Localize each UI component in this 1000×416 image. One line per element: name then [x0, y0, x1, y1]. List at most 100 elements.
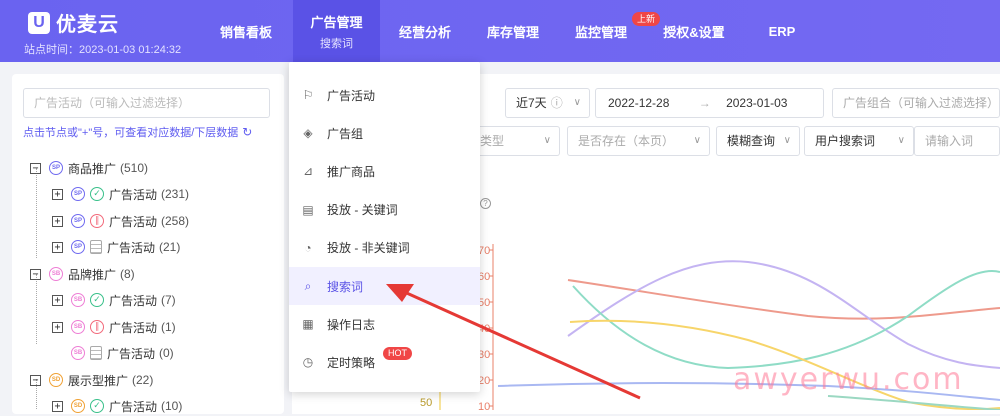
date-range-value: 近7天 — [516, 96, 547, 110]
expand-icon[interactable]: + — [52, 215, 63, 227]
sp-badge-icon: SP — [71, 240, 85, 254]
series-line — [567, 279, 1000, 320]
tree-hint: 点击节点或"+"号，可查看对应数据/下层数据 ↻ — [23, 124, 252, 140]
query-field-value: 用户搜索词 — [815, 134, 876, 148]
collapse-icon[interactable]: − — [30, 162, 41, 174]
dropdown-item-label: 搜索词 — [327, 279, 364, 294]
query-input[interactable]: 请输入词 — [914, 126, 1000, 156]
collapse-icon[interactable]: − — [30, 268, 41, 280]
tree-node-label: 广告活动 — [109, 320, 158, 335]
query-mode-value: 模糊查询 — [727, 134, 776, 148]
dropdown-item-7[interactable]: ▦ 操作日志 — [289, 305, 480, 343]
tree-node-count: (22) — [132, 373, 154, 387]
nav-label: 监控管理 — [574, 24, 627, 40]
exists-select[interactable]: 是否存在（本页） ∨ — [567, 126, 710, 156]
dropdown-item-label: 操作日志 — [327, 317, 376, 332]
expand-icon[interactable]: + — [52, 241, 63, 253]
nav-label: 广告管理 — [310, 14, 363, 30]
nav-ad-management[interactable]: 广告管理 搜索词 — [293, 0, 380, 62]
date-start: 2022-12-28 — [608, 96, 670, 110]
ad-portfolio-select[interactable]: 广告组合（可输入过滤选择） — [832, 88, 1000, 118]
status-archived-icon — [90, 240, 102, 254]
status-enabled-icon: ✓ — [90, 399, 104, 413]
tree-node-count: (8) — [120, 267, 135, 281]
expand-icon[interactable]: + — [52, 188, 63, 200]
chevron-down-icon: ∨ — [783, 135, 791, 146]
tree-node-group[interactable]: − SB 品牌推广 (8) — [30, 264, 135, 284]
collapse-icon[interactable]: − — [30, 374, 41, 386]
campaign-tree-panel: 广告活动（可输入过滤选择） 点击节点或"+"号，可查看对应数据/下层数据 ↻ − S… — [12, 74, 284, 414]
tree-node-count: (1) — [161, 320, 176, 334]
site-time: 站点时间：2023-01-03 01:24:32 — [24, 44, 182, 56]
dropdown-item-4[interactable]: ▤ 投放 - 关键词 — [289, 191, 480, 229]
hot-badge: HOT — [383, 347, 412, 361]
sb-badge-icon: SB — [49, 267, 63, 281]
keyword-icon: ▤ — [302, 202, 314, 217]
chevron-down-icon: ∨ — [897, 135, 905, 146]
date-range-picker[interactable]: 2022-12-28 → 2023-01-03 — [595, 88, 824, 118]
status-archived-icon — [90, 346, 102, 360]
tree-node-campaign[interactable]: + SP ✓ 广告活动 (231) — [52, 184, 189, 204]
ad-management-dropdown: ⚐ 广告活动 ◈ 广告组 ⊿ 推广商品 ▤ 投放 - 关键词 ◔ 投放 - 非关键词 ⌕ 搜索词 ▦ 操作… — [289, 62, 480, 392]
dropdown-item-3[interactable]: ⊿ 推广商品 — [289, 152, 480, 190]
date-range-select[interactable]: 近7天 ⓘ ∨ — [505, 88, 590, 118]
expand-icon[interactable]: + — [52, 294, 63, 306]
nav-monitoring[interactable]: 监控管理 — [562, 0, 640, 62]
help-icon: ⓘ — [550, 96, 563, 110]
tree-node-group[interactable]: − SD 展示型推广 (22) — [30, 370, 153, 390]
tree-hint-text: 点击节点或"+"号，可查看对应数据/下层数据 — [23, 127, 239, 139]
dropdown-item-1[interactable]: ⚐ 广告活动 — [289, 76, 480, 114]
status-enabled-icon: ✓ — [90, 293, 104, 307]
nav-business-analysis[interactable]: 经营分析 — [386, 0, 464, 62]
nav-auth-settings[interactable]: 授权&设置 — [652, 0, 736, 62]
campaign-filter-input[interactable]: 广告活动（可输入过滤选择） — [23, 88, 270, 118]
tree-node-campaign[interactable]: + SP ∥ 广告活动 (258) — [52, 211, 189, 231]
brand[interactable]: U 优麦云 — [28, 8, 119, 37]
dropdown-item-label: 投放 - 非关键词 — [327, 241, 410, 256]
tree-node-count: (510) — [120, 161, 149, 175]
tree-node-label: 商品推广 — [68, 161, 117, 176]
tree-node-campaign[interactable]: SB 广告活动 (0) — [52, 343, 174, 363]
chart-help-icon[interactable]: ? — [480, 198, 491, 209]
top-nav-bar: U 优麦云 站点时间：2023-01-03 01:24:32 销售看板 广告管理… — [0, 0, 1000, 62]
nav-sub-label: 搜索词 — [320, 37, 353, 50]
dropdown-item-6[interactable]: ⌕ 搜索词 — [289, 267, 480, 305]
dropdown-item-label: 广告活动 — [327, 88, 376, 103]
timer-icon: ◷ — [302, 355, 314, 370]
sb-badge-icon: SB — [71, 293, 85, 307]
tree-node-campaign[interactable]: + SB ✓ 广告活动 (7) — [52, 290, 176, 310]
query-mode-select[interactable]: 模糊查询 ∨ — [716, 126, 800, 156]
nav-inventory[interactable]: 库存管理 — [474, 0, 552, 62]
tree-node-group[interactable]: − SP 商品推广 (510) — [30, 158, 148, 178]
sd-badge-icon: SD — [49, 373, 63, 387]
dropdown-item-2[interactable]: ◈ 广告组 — [289, 114, 480, 152]
exists-placeholder: 是否存在（本页） — [578, 134, 675, 148]
chevron-down-icon: ∨ — [543, 135, 551, 146]
tree-node-campaign[interactable]: + SP 广告活动 (21) — [52, 237, 180, 257]
tree-node-label: 广告活动 — [109, 187, 158, 202]
dropdown-item-5[interactable]: ◔ 投放 - 非关键词 — [289, 229, 480, 267]
brand-name: 优麦云 — [56, 14, 119, 36]
tree-node-count: (7) — [161, 293, 176, 307]
nav-erp[interactable]: ERP — [756, 0, 808, 62]
query-field-select[interactable]: 用户搜索词 ∨ — [804, 126, 914, 156]
tree-node-label: 广告活动 — [109, 399, 158, 414]
refresh-icon[interactable]: ↻ — [242, 125, 252, 139]
tree-node-label: 广告活动 — [107, 240, 156, 255]
status-paused-icon: ∥ — [90, 320, 104, 334]
nav-label: 经营分析 — [398, 24, 451, 40]
match-type-select[interactable]: 类型 ∨ — [470, 126, 560, 156]
tree-node-campaign[interactable]: + SD ✓ 广告活动 (10) — [52, 396, 182, 416]
dropdown-item-label: 投放 - 关键词 — [327, 203, 398, 218]
layers-icon: ◈ — [303, 126, 313, 141]
flag-icon: ⚐ — [302, 88, 314, 102]
nav-sales-dashboard[interactable]: 销售看板 — [205, 0, 287, 62]
right-axis-tick-label: 10 — [478, 401, 490, 410]
dropdown-item-8[interactable]: ◷ 定时策略 HOT — [289, 343, 480, 381]
tree-guide-line — [36, 168, 37, 258]
status-enabled-icon: ✓ — [90, 187, 104, 201]
tree-node-campaign[interactable]: + SB ∥ 广告活动 (1) — [52, 317, 176, 337]
expand-icon[interactable]: + — [52, 321, 63, 333]
product-icon: ⊿ — [302, 164, 314, 179]
dropdown-item-label: 定时策略 — [327, 355, 376, 370]
